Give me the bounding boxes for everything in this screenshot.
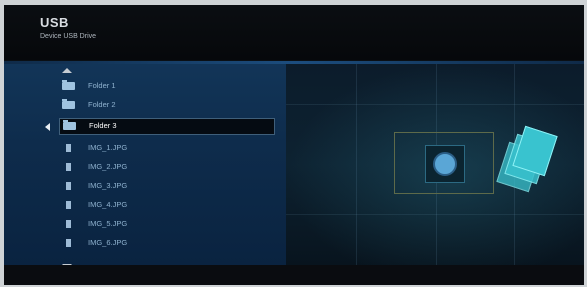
- list-item-label: IMG_3.JPG: [88, 181, 128, 190]
- usb-browser-screen: USB Device USB Drive Folder 1 Folder 2 F…: [4, 5, 584, 285]
- file-list: Folder 1 Folder 2 Folder 3 IMG_1.JPG IMG…: [4, 64, 286, 269]
- list-item-label: Folder 2: [88, 100, 116, 109]
- list-item-folder-2[interactable]: Folder 2: [62, 97, 272, 114]
- page-title: USB: [40, 15, 69, 30]
- image-file-icon: [66, 144, 71, 152]
- folder-icon: [63, 120, 76, 130]
- preview-thumbnail: [425, 145, 465, 183]
- circle-icon: [433, 152, 457, 176]
- background-line: [286, 214, 584, 215]
- list-item-label: IMG_5.JPG: [88, 219, 128, 228]
- list-item-label: Folder 1: [88, 81, 116, 90]
- list-item-label: IMG_1.JPG: [88, 143, 128, 152]
- photo-stack-icon: [496, 125, 560, 193]
- preview-thumbnail-frame: [394, 132, 494, 194]
- list-item-label: IMG_2.JPG: [88, 162, 128, 171]
- background-line: [286, 104, 584, 105]
- selection-pointer-icon: [45, 123, 50, 131]
- image-file-icon: [66, 239, 71, 247]
- list-item-folder-1[interactable]: Folder 1: [62, 78, 272, 95]
- list-item-img-6[interactable]: IMG_6.JPG: [62, 235, 272, 252]
- folder-icon: [62, 99, 75, 109]
- list-item-img-5[interactable]: IMG_5.JPG: [62, 216, 272, 233]
- list-item-img-3[interactable]: IMG_3.JPG: [62, 178, 272, 195]
- list-item-label: IMG_6.JPG: [88, 238, 128, 247]
- device-subtitle: Device USB Drive: [40, 33, 97, 40]
- image-file-icon: [66, 182, 71, 190]
- list-item-label: Folder 3: [89, 121, 117, 130]
- folder-icon: [62, 80, 75, 90]
- chevron-up-icon[interactable]: [62, 68, 72, 73]
- list-item-img-2[interactable]: IMG_2.JPG: [62, 159, 272, 176]
- background-stripe: [356, 64, 357, 265]
- footer-bar: [4, 265, 584, 285]
- image-file-icon: [66, 201, 71, 209]
- preview-panel: [286, 64, 584, 265]
- image-file-icon: [66, 220, 71, 228]
- image-file-icon: [66, 163, 71, 171]
- header: USB Device USB Drive: [4, 5, 584, 60]
- list-item-label: IMG_4.JPG: [88, 200, 128, 209]
- list-item-folder-3-selected[interactable]: Folder 3: [59, 118, 275, 135]
- list-item-img-4[interactable]: IMG_4.JPG: [62, 197, 272, 214]
- list-item-img-1[interactable]: IMG_1.JPG: [62, 140, 272, 157]
